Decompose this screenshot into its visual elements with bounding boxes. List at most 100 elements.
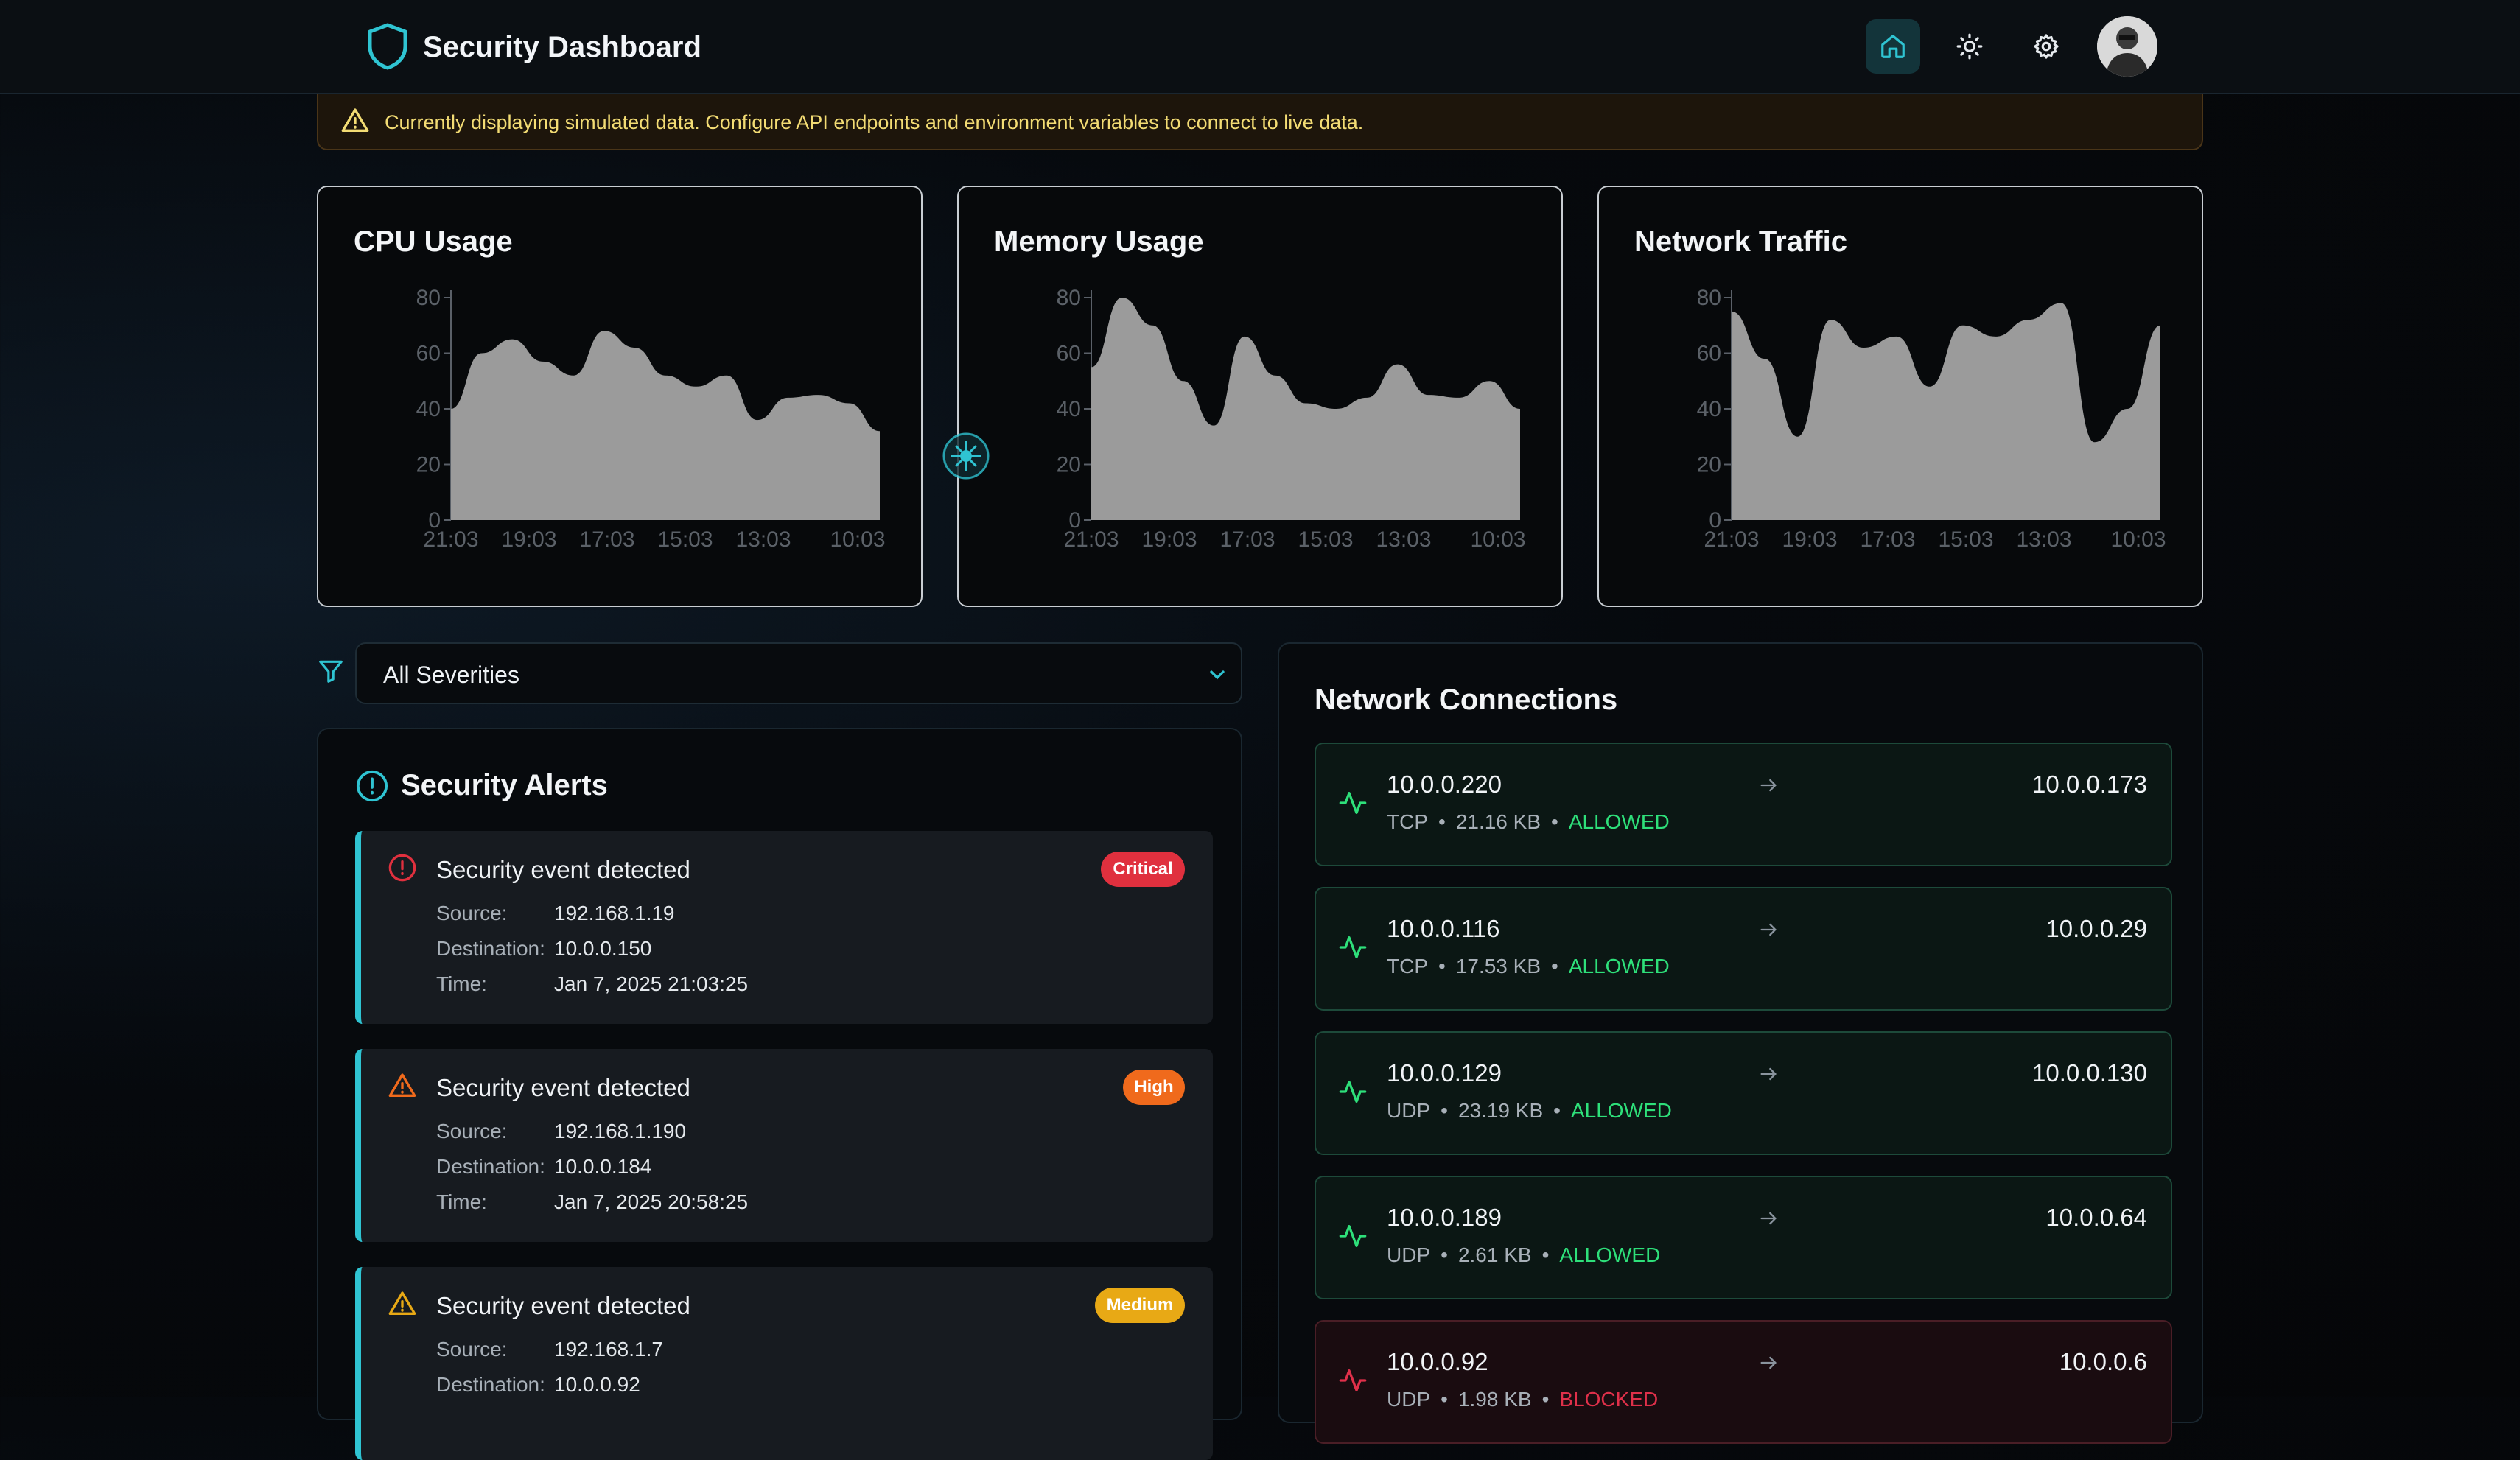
security-alerts-panel: Security Alerts Security event detected …	[317, 728, 1242, 1460]
activity-icon	[1339, 792, 1367, 814]
connection-source: 10.0.0.220	[1387, 771, 1502, 798]
destination-value: 10.0.0.92	[554, 1373, 640, 1396]
alert-heading: Security event detected	[436, 1292, 690, 1319]
status-label: ALLOWED	[1568, 955, 1670, 978]
memory-usage-card: Memory Usage 0 20 40 60 80 21:03 19:03 17:03 15:…	[957, 186, 1563, 607]
destination-label: Destination:	[436, 1155, 545, 1178]
warning-icon	[388, 1073, 416, 1097]
x-tick-label: 13:03	[2016, 527, 2071, 552]
y-tick-label: 60	[1697, 342, 1721, 366]
gear-icon	[2034, 34, 2059, 59]
arrow-right-icon	[1760, 1212, 1777, 1225]
connection-destination: 10.0.0.64	[2045, 1204, 2147, 1231]
area-series	[1091, 298, 1520, 520]
source-value: 192.168.1.7	[554, 1338, 663, 1361]
data-size: 17.53 KB	[1455, 955, 1541, 978]
alert-circle-icon	[356, 770, 388, 802]
x-tick-label: 21:03	[1704, 527, 1759, 552]
connection-destination: 10.0.0.29	[2045, 915, 2147, 942]
y-tick-label: 80	[1697, 286, 1721, 310]
banner-text: Currently displaying simulated data. Con…	[385, 111, 1364, 133]
memory-usage-chart: 02040608021:03 19:03 17:03 15:03 13:03 10:03	[1057, 286, 1526, 552]
alert-circle-icon	[388, 854, 416, 882]
y-tick-label: 20	[1697, 453, 1721, 477]
protocol: UDP	[1387, 1243, 1431, 1266]
data-size: 21.16 KB	[1455, 810, 1541, 833]
y-tick-label: 80	[1057, 286, 1081, 310]
severity-badge: Critical	[1101, 852, 1185, 887]
area-series	[451, 331, 880, 520]
activity-icon	[1339, 1225, 1367, 1247]
activity-icon	[1339, 1369, 1367, 1391]
severity-badge: Medium	[1095, 1288, 1185, 1323]
connection-source: 10.0.0.116	[1387, 915, 1500, 942]
y-tick-label: 20	[416, 453, 441, 477]
source-value: 192.168.1.190	[554, 1120, 687, 1143]
connection-meta: UDP • 2.61 KB • ALLOWED	[1387, 1243, 1661, 1266]
filter-icon	[317, 657, 345, 689]
status-label: ALLOWED	[1568, 810, 1670, 833]
alert-item[interactable]: Security event detected High Source: 192…	[355, 1049, 1213, 1242]
data-size: 23.19 KB	[1457, 1099, 1544, 1122]
arrow-right-icon	[1760, 1356, 1777, 1369]
severity-badge: High	[1123, 1070, 1185, 1105]
time-value: Jan 7, 2025 21:03:25	[554, 972, 749, 995]
destination-label: Destination:	[436, 1373, 545, 1396]
loading-spinner-icon	[942, 432, 990, 480]
x-tick-label: 13:03	[1376, 527, 1431, 552]
x-tick-label: 13:03	[735, 527, 791, 552]
connection-item[interactable]: 10.0.0.92 10.0.0.6 UDP • 1.98 KB • BLOCKED	[1315, 1320, 2172, 1444]
x-tick-label: 17:03	[1860, 527, 1915, 552]
home-button[interactable]	[1866, 19, 1920, 74]
connection-item[interactable]: 10.0.0.220 10.0.0.173 TCP • 21.16 KB • ALLOW…	[1315, 743, 2172, 866]
connection-item[interactable]: 10.0.0.189 10.0.0.64 UDP • 2.61 KB • ALLOWED	[1315, 1176, 2172, 1299]
settings-button[interactable]	[2019, 19, 2073, 74]
source-value: 192.168.1.19	[554, 902, 675, 924]
theme-toggle-button[interactable]	[1942, 19, 1997, 74]
warning-icon	[341, 108, 369, 132]
x-tick-label: 10:03	[830, 527, 885, 552]
connection-meta: UDP • 1.98 KB • BLOCKED	[1387, 1388, 1659, 1411]
x-tick-label: 21:03	[1063, 527, 1119, 552]
data-size: 1.98 KB	[1457, 1388, 1532, 1411]
x-tick-label: 21:03	[423, 527, 478, 552]
connection-destination: 10.0.0.173	[2032, 771, 2147, 798]
network-connections-title: Network Connections	[1315, 684, 1618, 716]
connection-meta: TCP • 21.16 KB • ALLOWED	[1387, 810, 1670, 833]
protocol: TCP	[1387, 810, 1428, 833]
y-tick-label: 60	[416, 342, 441, 366]
destination-label: Destination:	[436, 937, 545, 960]
alert-item[interactable]: Security event detected Medium Source: 1…	[355, 1267, 1213, 1460]
warning-icon	[388, 1291, 416, 1315]
arrow-right-icon	[1760, 923, 1777, 936]
severity-filter-select[interactable]: All Severities	[355, 642, 1242, 704]
activity-icon	[1339, 936, 1367, 958]
network-traffic-card: Network Traffic 0 20 40 60 80 21:03 19:03 17:03…	[1597, 186, 2203, 607]
x-tick-label: 15:03	[1938, 527, 1993, 552]
shield-logo-icon	[365, 22, 410, 71]
protocol: TCP	[1387, 955, 1428, 978]
time-label: Time:	[436, 1190, 487, 1213]
destination-value: 10.0.0.184	[554, 1155, 652, 1178]
alert-item[interactable]: Security event detected Critical Source:…	[355, 831, 1213, 1024]
x-tick-label: 19:03	[1782, 527, 1837, 552]
connection-destination: 10.0.0.130	[2032, 1059, 2147, 1087]
time-value: Jan 7, 2025 20:58:25	[554, 1190, 749, 1213]
user-avatar[interactable]	[2097, 16, 2157, 77]
connection-item[interactable]: 10.0.0.129 10.0.0.130 UDP • 23.19 KB • ALLOW…	[1315, 1031, 2172, 1155]
y-tick-label: 60	[1057, 342, 1081, 366]
simulated-data-banner: Currently displaying simulated data. Con…	[317, 94, 2203, 150]
source-label: Source:	[436, 902, 508, 924]
status-label: ALLOWED	[1570, 1099, 1672, 1122]
network-traffic-chart: 02040608021:03 19:03 17:03 15:03 13:03 10:03	[1697, 286, 2166, 552]
alert-heading: Security event detected	[436, 1074, 690, 1101]
severity-select-value: All Severities	[383, 661, 519, 688]
x-tick-label: 15:03	[1298, 527, 1353, 552]
security-alerts-title: Security Alerts	[401, 769, 608, 801]
x-tick-label: 19:03	[501, 527, 556, 552]
connection-item[interactable]: 10.0.0.116 10.0.0.29 TCP • 17.53 KB • ALLOWE…	[1315, 887, 2172, 1011]
arrow-right-icon	[1760, 779, 1777, 792]
arrow-right-icon	[1760, 1067, 1777, 1081]
protocol: UDP	[1387, 1099, 1431, 1122]
y-tick-label: 40	[1057, 397, 1081, 421]
